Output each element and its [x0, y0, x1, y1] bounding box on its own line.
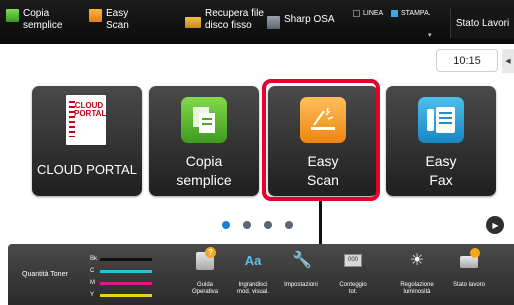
folder-icon [185, 17, 201, 28]
brightness-icon: ☀ [409, 252, 425, 269]
tile-easy-fax[interactable]: Easy Fax [386, 86, 496, 196]
job-status-icon [460, 248, 480, 268]
counter-icon: 000 [344, 254, 362, 267]
cloud-portal-icon: CLOUD PORTAL [66, 95, 106, 145]
bottom-item-label: Ingrandisci mod. visual. [236, 282, 269, 295]
bottom-item-label: Impostazioni [284, 282, 318, 288]
stato-lavori-button[interactable]: Stato Lavori [450, 8, 514, 38]
cloud-portal-logo-text: CLOUD PORTAL [74, 101, 107, 118]
shortcut-copia-semplice[interactable]: Copia semplice [6, 8, 62, 32]
shortcut-label: Copia semplice [23, 8, 63, 31]
next-page-icon[interactable]: ▶ [486, 216, 504, 234]
tile-label: Copia semplice [176, 153, 232, 188]
toner-row-m: M [90, 280, 152, 286]
toner-row-y: Y [90, 292, 152, 298]
conteggio-button[interactable]: 000 Conteggio tot. [328, 244, 378, 305]
toner-row-bk: Bk [90, 256, 152, 262]
page-dot[interactable] [222, 221, 230, 229]
toner-color-name: C [90, 268, 95, 274]
zoom-text-icon: Aa [244, 253, 262, 268]
dropdown-arrow-icon[interactable]: ▾ [428, 31, 432, 39]
shortcut-label: Easy Scan [106, 8, 129, 31]
shortcut-label: Sharp OSA [284, 14, 335, 25]
clock: 10:15 [436, 49, 498, 72]
copy-shortcut-icon [6, 9, 19, 22]
toner-label: Quantità Toner [22, 271, 68, 278]
guida-operativa-button[interactable]: ? Guida Operativa [180, 244, 230, 305]
copy-icon [181, 97, 227, 143]
tile-copia-semplice[interactable]: Copia semplice [149, 86, 259, 196]
tile-cloud-portal[interactable]: CLOUD PORTAL CLOUD PORTAL [32, 86, 142, 196]
wrench-icon: 🔧 [292, 252, 312, 269]
shortcut-recupera-file[interactable]: Recupera file disco fisso [185, 8, 264, 32]
linea-indicator-icon [353, 10, 360, 17]
ingrandisci-button[interactable]: Aa Ingrandisci mod. visual. [228, 244, 278, 305]
status-linea-label: LINEA [363, 10, 384, 17]
toner-row-c: C [90, 268, 152, 274]
bottom-bar: Quantità Toner Bk C M Y ? Guida Operativ… [8, 244, 514, 305]
osa-icon [267, 16, 280, 29]
tile-label: CLOUD PORTAL [37, 162, 137, 177]
status-stampa: STAMPA. [391, 10, 431, 17]
toner-color-name: Y [90, 292, 95, 298]
status-stampa-label: STAMPA. [401, 10, 431, 17]
shortcut-sharp-osa[interactable]: Sharp OSA [267, 14, 335, 29]
page-dot[interactable] [285, 221, 293, 229]
easy-scan-highlight-frame [262, 79, 380, 201]
tile-label: Easy Fax [425, 153, 457, 188]
help-guide-icon: ? [196, 247, 216, 270]
regolazione-luminosita-button[interactable]: ☀ Regolazione luminosità [392, 244, 442, 305]
bottom-item-label: Stato lavoro [452, 282, 486, 288]
bottom-item-label: Guida Operativa [191, 282, 218, 295]
page-indicator [222, 221, 306, 229]
side-panel-toggle-icon[interactable]: ◀ [502, 49, 514, 73]
fax-icon [418, 97, 464, 143]
top-bar: Copia semplice Easy Scan Recupera file d… [0, 0, 514, 44]
toner-bar [100, 257, 152, 261]
status-linea: LINEA [353, 10, 383, 17]
shortcut-easy-scan[interactable]: Easy Scan [89, 8, 129, 32]
page-dot[interactable] [264, 221, 272, 229]
page-dot[interactable] [243, 221, 251, 229]
stampa-indicator-icon [391, 10, 398, 17]
toner-bar [100, 293, 152, 297]
bottom-item-label: Regolazione luminosità [400, 282, 434, 295]
toner-bar [100, 281, 152, 285]
impostazioni-button[interactable]: 🔧 Impostazioni [276, 244, 326, 305]
toner-quantity[interactable]: Quantità Toner Bk C M Y [8, 244, 156, 305]
toner-color-name: M [90, 280, 95, 286]
toner-color-name: Bk [90, 256, 98, 262]
scan-shortcut-icon [89, 9, 102, 22]
stato-lavoro-button[interactable]: Stato lavoro [444, 244, 494, 305]
shortcut-label: Recupera file disco fisso [205, 8, 264, 31]
home-screen: Copia semplice Easy Scan Recupera file d… [0, 0, 514, 305]
bottom-item-label: Conteggio tot. [339, 282, 367, 295]
toner-bar [100, 269, 152, 273]
